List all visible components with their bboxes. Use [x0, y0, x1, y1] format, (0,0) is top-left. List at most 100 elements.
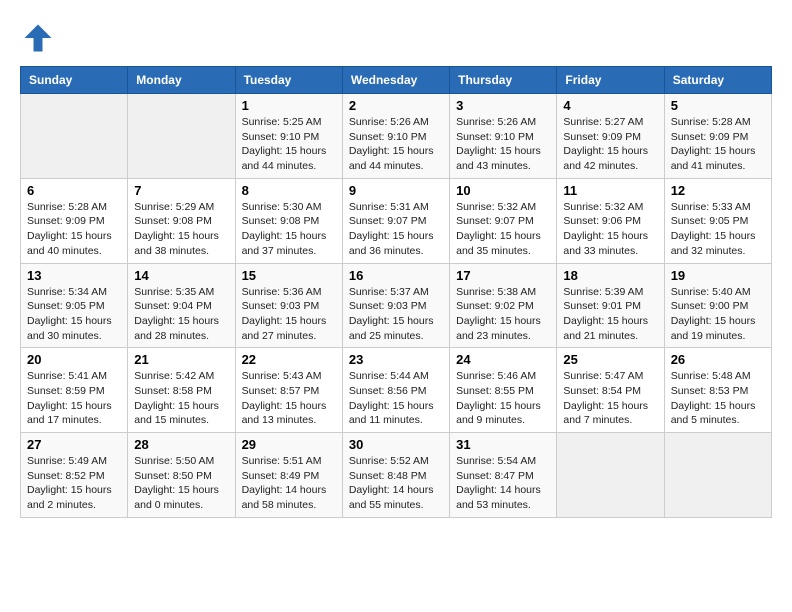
day-number: 21: [134, 352, 228, 367]
calendar-cell: 26 Sunrise: 5:48 AM Sunset: 8:53 PM Dayli…: [664, 348, 771, 433]
day-info: Sunrise: 5:30 AM Sunset: 9:08 PM Dayligh…: [242, 200, 336, 259]
day-info: Sunrise: 5:32 AM Sunset: 9:07 PM Dayligh…: [456, 200, 550, 259]
calendar-header-row: SundayMondayTuesdayWednesdayThursdayFrid…: [21, 67, 772, 94]
day-info: Sunrise: 5:35 AM Sunset: 9:04 PM Dayligh…: [134, 285, 228, 344]
day-info: Sunrise: 5:28 AM Sunset: 9:09 PM Dayligh…: [671, 115, 765, 174]
day-info: Sunrise: 5:52 AM Sunset: 8:48 PM Dayligh…: [349, 454, 443, 513]
day-number: 2: [349, 98, 443, 113]
day-number: 20: [27, 352, 121, 367]
calendar-table: SundayMondayTuesdayWednesdayThursdayFrid…: [20, 66, 772, 518]
calendar-cell: [664, 433, 771, 518]
day-number: 9: [349, 183, 443, 198]
day-number: 14: [134, 268, 228, 283]
day-header-monday: Monday: [128, 67, 235, 94]
calendar-cell: 31 Sunrise: 5:54 AM Sunset: 8:47 PM Dayli…: [450, 433, 557, 518]
day-info: Sunrise: 5:28 AM Sunset: 9:09 PM Dayligh…: [27, 200, 121, 259]
day-info: Sunrise: 5:27 AM Sunset: 9:09 PM Dayligh…: [563, 115, 657, 174]
day-info: Sunrise: 5:26 AM Sunset: 9:10 PM Dayligh…: [349, 115, 443, 174]
day-number: 26: [671, 352, 765, 367]
day-info: Sunrise: 5:49 AM Sunset: 8:52 PM Dayligh…: [27, 454, 121, 513]
calendar-cell: 19Sunrise: 5:40 AM Sunset: 9:00 PM Dayli…: [664, 263, 771, 348]
calendar-cell: 29 Sunrise: 5:51 AM Sunset: 8:49 PM Dayli…: [235, 433, 342, 518]
logo: [20, 20, 60, 56]
calendar-cell: 12 Sunrise: 5:33 AM Sunset: 9:05 PM Dayli…: [664, 178, 771, 263]
day-number: 18: [563, 268, 657, 283]
day-info: Sunrise: 5:39 AM Sunset: 9:01 PM Dayligh…: [563, 285, 657, 344]
calendar-cell: 15 Sunrise: 5:36 AM Sunset: 9:03 PM Dayli…: [235, 263, 342, 348]
day-info: Sunrise: 5:38 AM Sunset: 9:02 PM Dayligh…: [456, 285, 550, 344]
day-header-thursday: Thursday: [450, 67, 557, 94]
calendar-week-2: 6 Sunrise: 5:28 AM Sunset: 9:09 PM Daylig…: [21, 178, 772, 263]
day-info: Sunrise: 5:31 AM Sunset: 9:07 PM Dayligh…: [349, 200, 443, 259]
calendar-cell: 22 Sunrise: 5:43 AM Sunset: 8:57 PM Dayli…: [235, 348, 342, 433]
day-info: Sunrise: 5:32 AM Sunset: 9:06 PM Dayligh…: [563, 200, 657, 259]
day-info: Sunrise: 5:51 AM Sunset: 8:49 PM Dayligh…: [242, 454, 336, 513]
day-header-sunday: Sunday: [21, 67, 128, 94]
calendar-cell: 16 Sunrise: 5:37 AM Sunset: 9:03 PM Dayli…: [342, 263, 449, 348]
day-number: 12: [671, 183, 765, 198]
calendar-cell: 1 Sunrise: 5:25 AM Sunset: 9:10 PM Daylig…: [235, 94, 342, 179]
calendar-cell: 8 Sunrise: 5:30 AM Sunset: 9:08 PM Daylig…: [235, 178, 342, 263]
day-number: 22: [242, 352, 336, 367]
calendar-cell: 2 Sunrise: 5:26 AM Sunset: 9:10 PM Daylig…: [342, 94, 449, 179]
calendar-cell: 27 Sunrise: 5:49 AM Sunset: 8:52 PM Dayli…: [21, 433, 128, 518]
day-number: 27: [27, 437, 121, 452]
day-number: 24: [456, 352, 550, 367]
day-number: 1: [242, 98, 336, 113]
calendar-cell: 17 Sunrise: 5:38 AM Sunset: 9:02 PM Dayli…: [450, 263, 557, 348]
calendar-cell: 14 Sunrise: 5:35 AM Sunset: 9:04 PM Dayli…: [128, 263, 235, 348]
day-info: Sunrise: 5:44 AM Sunset: 8:56 PM Dayligh…: [349, 369, 443, 428]
day-info: Sunrise: 5:33 AM Sunset: 9:05 PM Dayligh…: [671, 200, 765, 259]
calendar-cell: 28 Sunrise: 5:50 AM Sunset: 8:50 PM Dayli…: [128, 433, 235, 518]
calendar-cell: 24Sunrise: 5:46 AM Sunset: 8:55 PM Dayli…: [450, 348, 557, 433]
day-header-saturday: Saturday: [664, 67, 771, 94]
day-info: Sunrise: 5:36 AM Sunset: 9:03 PM Dayligh…: [242, 285, 336, 344]
day-number: 30: [349, 437, 443, 452]
calendar-cell: 13Sunrise: 5:34 AM Sunset: 9:05 PM Dayli…: [21, 263, 128, 348]
day-info: Sunrise: 5:54 AM Sunset: 8:47 PM Dayligh…: [456, 454, 550, 513]
day-number: 8: [242, 183, 336, 198]
day-info: Sunrise: 5:25 AM Sunset: 9:10 PM Dayligh…: [242, 115, 336, 174]
page-header: [20, 20, 772, 56]
day-info: Sunrise: 5:37 AM Sunset: 9:03 PM Dayligh…: [349, 285, 443, 344]
day-number: 7: [134, 183, 228, 198]
calendar-cell: 10 Sunrise: 5:32 AM Sunset: 9:07 PM Dayli…: [450, 178, 557, 263]
calendar-cell: 23Sunrise: 5:44 AM Sunset: 8:56 PM Dayli…: [342, 348, 449, 433]
day-info: Sunrise: 5:47 AM Sunset: 8:54 PM Dayligh…: [563, 369, 657, 428]
day-number: 3: [456, 98, 550, 113]
day-number: 16: [349, 268, 443, 283]
day-number: 4: [563, 98, 657, 113]
calendar-cell: 9 Sunrise: 5:31 AM Sunset: 9:07 PM Daylig…: [342, 178, 449, 263]
calendar-cell: 20 Sunrise: 5:41 AM Sunset: 8:59 PM Dayli…: [21, 348, 128, 433]
calendar-week-5: 27 Sunrise: 5:49 AM Sunset: 8:52 PM Dayli…: [21, 433, 772, 518]
day-info: Sunrise: 5:42 AM Sunset: 8:58 PM Dayligh…: [134, 369, 228, 428]
calendar-cell: 4 Sunrise: 5:27 AM Sunset: 9:09 PM Daylig…: [557, 94, 664, 179]
calendar-week-1: 1 Sunrise: 5:25 AM Sunset: 9:10 PM Daylig…: [21, 94, 772, 179]
day-header-tuesday: Tuesday: [235, 67, 342, 94]
logo-icon: [20, 20, 56, 56]
day-info: Sunrise: 5:26 AM Sunset: 9:10 PM Dayligh…: [456, 115, 550, 174]
calendar-cell: 18 Sunrise: 5:39 AM Sunset: 9:01 PM Dayli…: [557, 263, 664, 348]
day-number: 28: [134, 437, 228, 452]
day-number: 15: [242, 268, 336, 283]
calendar-cell: [557, 433, 664, 518]
day-number: 10: [456, 183, 550, 198]
calendar-cell: 7 Sunrise: 5:29 AM Sunset: 9:08 PM Daylig…: [128, 178, 235, 263]
day-info: Sunrise: 5:41 AM Sunset: 8:59 PM Dayligh…: [27, 369, 121, 428]
calendar-cell: 5Sunrise: 5:28 AM Sunset: 9:09 PM Daylig…: [664, 94, 771, 179]
day-number: 11: [563, 183, 657, 198]
day-number: 6: [27, 183, 121, 198]
day-info: Sunrise: 5:50 AM Sunset: 8:50 PM Dayligh…: [134, 454, 228, 513]
day-number: 17: [456, 268, 550, 283]
day-info: Sunrise: 5:48 AM Sunset: 8:53 PM Dayligh…: [671, 369, 765, 428]
calendar-cell: 21 Sunrise: 5:42 AM Sunset: 8:58 PM Dayli…: [128, 348, 235, 433]
calendar-cell: [21, 94, 128, 179]
day-header-friday: Friday: [557, 67, 664, 94]
day-number: 31: [456, 437, 550, 452]
day-number: 13: [27, 268, 121, 283]
day-number: 29: [242, 437, 336, 452]
day-info: Sunrise: 5:43 AM Sunset: 8:57 PM Dayligh…: [242, 369, 336, 428]
calendar-week-3: 13Sunrise: 5:34 AM Sunset: 9:05 PM Dayli…: [21, 263, 772, 348]
calendar-cell: 30 Sunrise: 5:52 AM Sunset: 8:48 PM Dayli…: [342, 433, 449, 518]
day-info: Sunrise: 5:29 AM Sunset: 9:08 PM Dayligh…: [134, 200, 228, 259]
